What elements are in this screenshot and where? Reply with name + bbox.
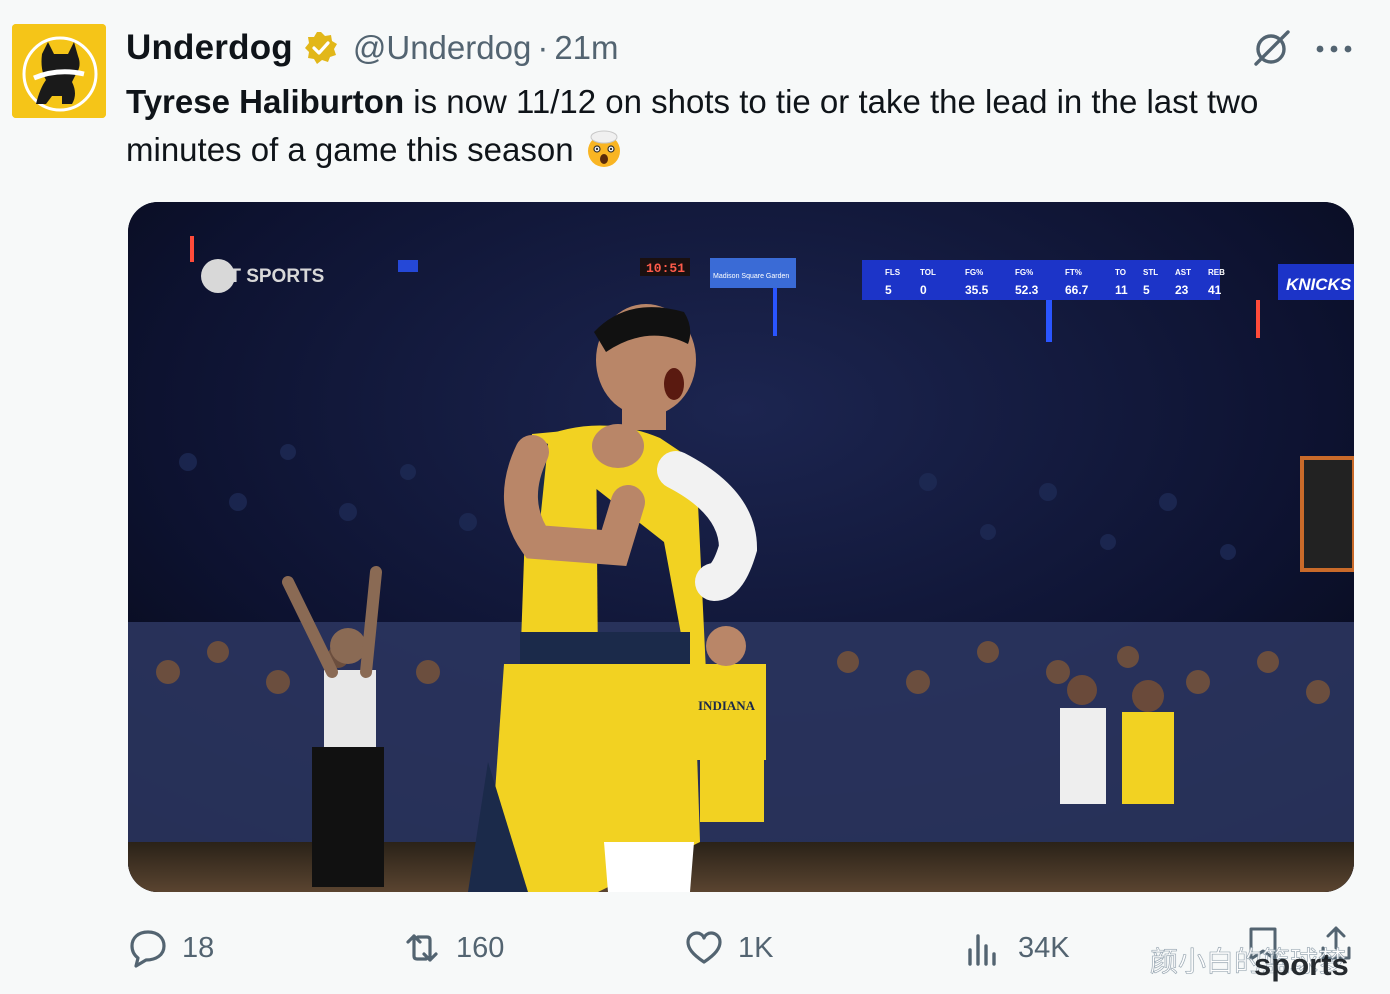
shocked-face-emoji-icon bbox=[587, 130, 620, 167]
haliburton-celebration-photo: TNT SPORTS 10:51 Madison Square Garden F… bbox=[128, 202, 1354, 892]
image-watermark: 颜小白的篮球梦sports bbox=[1150, 940, 1349, 982]
knicks-banner: KNICKS bbox=[1286, 275, 1352, 294]
retweet-button[interactable]: 160 bbox=[402, 920, 504, 976]
tweet-text: Tyrese Haliburton is now 11/12 on shots … bbox=[126, 78, 1326, 174]
retweet-icon bbox=[406, 934, 438, 962]
grok-icon[interactable] bbox=[1250, 28, 1294, 68]
view-count: 34K bbox=[1018, 931, 1070, 964]
heart-icon bbox=[686, 931, 722, 964]
scoreboard-value: 35.5 bbox=[965, 283, 989, 297]
views-button[interactable]: 34K bbox=[964, 920, 1070, 976]
scoreboard-value: 23 bbox=[1175, 283, 1189, 297]
author-handle[interactable]: @Underdog bbox=[353, 29, 531, 67]
like-count: 1K bbox=[738, 931, 774, 964]
scoreboard-header: TOL bbox=[920, 268, 936, 277]
player-mention[interactable]: Tyrese Haliburton bbox=[126, 83, 404, 120]
scoreboard-header: STL bbox=[1143, 268, 1158, 277]
tweet-card: Underdog @Underdog · 21m Tyrese Haliburt… bbox=[0, 0, 1390, 994]
scoreboard-value: 5 bbox=[1143, 283, 1150, 297]
like-button[interactable]: 1K bbox=[684, 920, 773, 976]
scoreboard-value: 0 bbox=[920, 283, 927, 297]
views-bar-chart-icon bbox=[968, 934, 996, 966]
watermark-en-text: sports bbox=[1254, 947, 1349, 982]
scoreboard-header: TO bbox=[1115, 268, 1126, 277]
reply-button[interactable]: 18 bbox=[128, 920, 214, 976]
verified-badge-icon bbox=[304, 32, 337, 64]
underdog-logo-icon bbox=[12, 24, 106, 118]
tweet-media-image[interactable]: TNT SPORTS 10:51 Madison Square Garden F… bbox=[128, 202, 1354, 892]
display-name[interactable]: Underdog bbox=[126, 28, 293, 68]
header-separator: · bbox=[537, 29, 549, 66]
game-clock: 10:51 bbox=[646, 261, 685, 276]
reply-icon bbox=[130, 930, 166, 968]
author-avatar[interactable] bbox=[12, 24, 106, 118]
reply-count: 18 bbox=[182, 931, 215, 964]
arena-banner: Madison Square Garden bbox=[713, 273, 789, 280]
scoreboard-header: REB bbox=[1208, 268, 1225, 277]
player-jersey-text: INDIANA bbox=[698, 698, 756, 713]
scoreboard-header: FLS bbox=[885, 268, 901, 277]
scoreboard-value: 5 bbox=[885, 283, 892, 297]
scoreboard-value: 41 bbox=[1208, 283, 1222, 297]
scoreboard-value: 52.3 bbox=[1015, 283, 1039, 297]
scoreboard-header: FT% bbox=[1065, 268, 1082, 277]
scoreboard-header: FG% bbox=[965, 268, 983, 277]
scoreboard-value: 11 bbox=[1115, 283, 1128, 297]
more-options-icon[interactable] bbox=[1314, 42, 1354, 56]
retweet-count: 160 bbox=[456, 931, 505, 964]
tweet-timestamp[interactable]: 21m bbox=[554, 29, 618, 67]
tweet-header: Underdog @Underdog · 21m bbox=[126, 26, 619, 70]
scoreboard-value: 66.7 bbox=[1065, 283, 1089, 297]
scoreboard-header: FG% bbox=[1015, 268, 1033, 277]
tnt-sports-logo: TNT SPORTS bbox=[204, 266, 324, 287]
scoreboard-header: AST bbox=[1175, 268, 1191, 277]
